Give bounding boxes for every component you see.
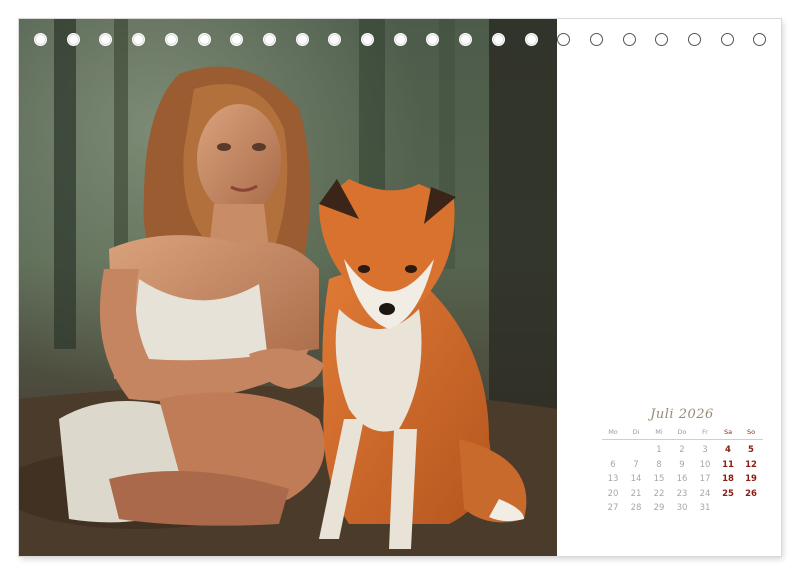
binding-hole <box>328 33 342 46</box>
calendar-day: 12 <box>745 459 757 470</box>
calendar-day: 19 <box>745 474 757 484</box>
calendar-grid: Mo Di Mi Do Fr Sa So 1 2 3 4 5 6 7 8 9 10 11 12 13 14 15 16 17 1… <box>591 428 773 516</box>
binding-hole <box>361 33 374 46</box>
calendar-day: 17 <box>699 474 711 484</box>
month-calendar: Juli 2026 Mo Di Mi Do Fr Sa So 1 2 3 4 5 6 7 8 9 10 11 12 1… <box>591 407 773 516</box>
binding-hole <box>688 33 701 46</box>
weekday-header: Mi <box>647 428 671 440</box>
calendar-day: 1 <box>656 445 662 455</box>
calendar-day <box>740 501 763 516</box>
calendar-day: 29 <box>653 503 665 513</box>
binding-hole <box>459 33 473 46</box>
calendar-day: 14 <box>630 474 642 484</box>
weekday-header: Do <box>670 428 694 440</box>
calendar-day <box>625 443 648 458</box>
calendar-day: 15 <box>653 474 665 484</box>
calendar-day: 7 <box>633 459 639 470</box>
weekday-header: Mo <box>601 428 625 440</box>
calendar-day: 30 <box>676 503 688 513</box>
woman-and-fox-illustration <box>19 19 557 556</box>
calendar-photo <box>19 19 557 556</box>
binding-hole <box>589 33 603 46</box>
binding-hole <box>132 33 146 46</box>
binding-hole <box>66 33 80 46</box>
binding-hole <box>99 33 113 46</box>
calendar-day <box>717 501 740 516</box>
binding-hole <box>262 33 276 46</box>
calendar-page: Juli 2026 Mo Di Mi Do Fr Sa So 1 2 3 4 5 6 7 8 9 10 11 12 1… <box>19 19 781 556</box>
calendar-day: 8 <box>656 459 662 470</box>
calendar-day: 6 <box>610 459 616 470</box>
calendar-day: 13 <box>607 474 619 484</box>
binding-hole <box>491 33 505 46</box>
binding-hole <box>720 33 734 46</box>
calendar-day: 25 <box>722 488 734 499</box>
binding-hole <box>753 33 767 46</box>
calendar-day: 3 <box>702 445 708 455</box>
calendar-day: 18 <box>722 474 734 484</box>
calendar-day: 26 <box>745 488 757 499</box>
calendar-day: 24 <box>699 488 711 499</box>
binding-hole <box>524 33 538 46</box>
weekday-header: Fr <box>693 428 717 440</box>
calendar-day: 28 <box>630 503 642 513</box>
calendar-day: 22 <box>653 488 665 499</box>
binding-hole <box>164 33 178 46</box>
calendar-day: 20 <box>607 488 619 499</box>
binding-hole <box>557 33 571 46</box>
calendar-day: 10 <box>699 459 711 470</box>
calendar-day: 23 <box>676 488 688 499</box>
calendar-day: 11 <box>722 459 734 470</box>
weekday-header: Sa <box>716 428 740 440</box>
binding-hole <box>426 33 440 46</box>
calendar-day: 21 <box>630 488 642 499</box>
calendar-day: 4 <box>725 445 731 455</box>
calendar-day: 9 <box>679 459 685 470</box>
binding-hole <box>393 33 407 46</box>
calendar-day: 5 <box>748 445 754 455</box>
binding-hole <box>230 33 244 46</box>
weekday-header: Di <box>624 428 648 440</box>
calendar-day: 16 <box>676 474 688 484</box>
binding-hole <box>295 33 309 46</box>
binding-hole <box>34 33 47 46</box>
binding-hole <box>655 33 669 46</box>
calendar-day: 31 <box>699 503 711 513</box>
month-title: Juli 2026 <box>650 407 714 422</box>
binding-holes <box>19 33 781 51</box>
binding-hole <box>197 33 211 46</box>
calendar-day <box>602 443 625 458</box>
binding-hole <box>622 33 636 46</box>
calendar-day: 2 <box>679 445 685 455</box>
calendar-day: 27 <box>607 503 619 513</box>
weekday-header: So <box>739 428 763 440</box>
